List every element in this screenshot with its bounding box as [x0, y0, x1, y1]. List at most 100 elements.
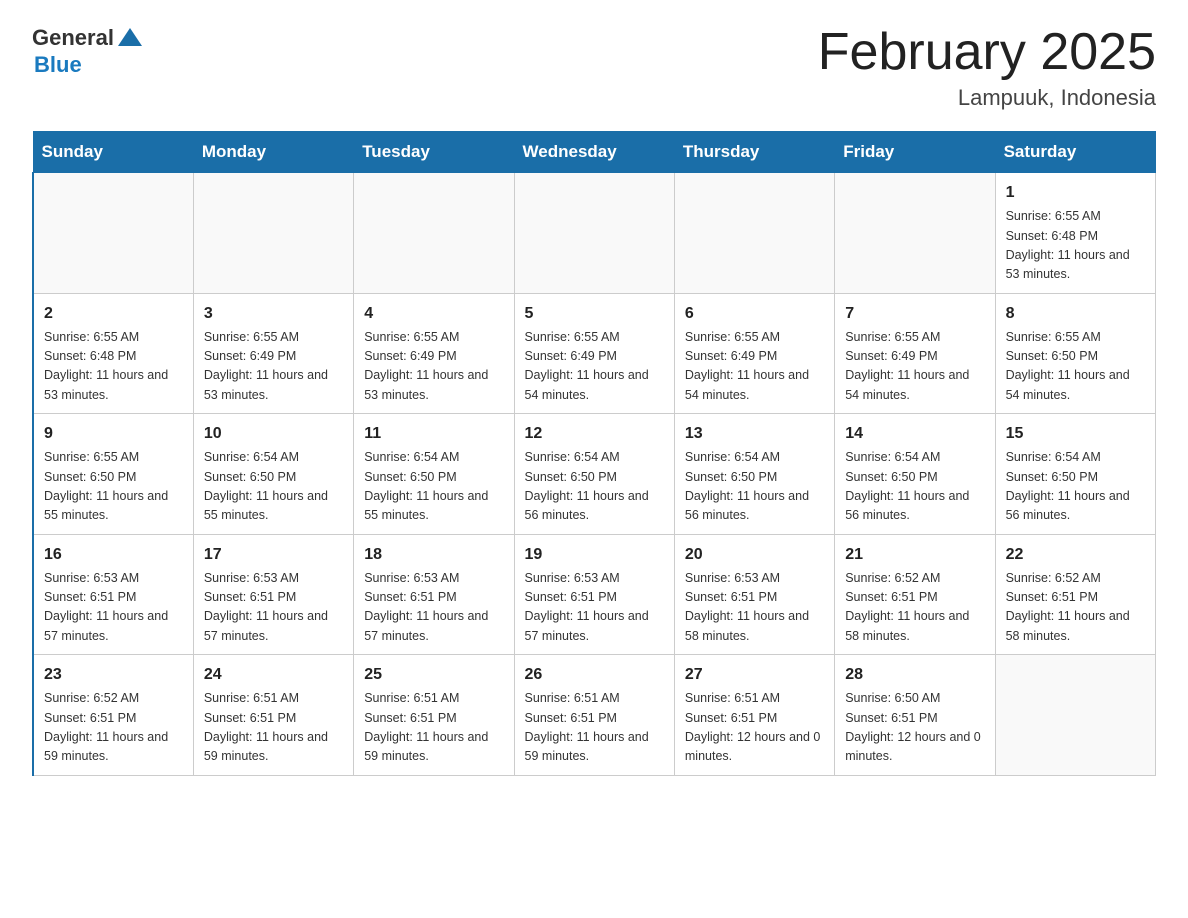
calendar-week-row: 9Sunrise: 6:55 AMSunset: 6:50 PMDaylight… [33, 414, 1156, 535]
calendar-cell: 10Sunrise: 6:54 AMSunset: 6:50 PMDayligh… [193, 414, 353, 535]
calendar-cell [514, 173, 674, 294]
calendar-cell: 8Sunrise: 6:55 AMSunset: 6:50 PMDaylight… [995, 293, 1155, 414]
page-header: General Blue February 2025 Lampuuk, Indo… [32, 24, 1156, 111]
day-info: Sunrise: 6:55 AMSunset: 6:48 PMDaylight:… [44, 328, 183, 406]
day-number: 26 [525, 663, 664, 687]
calendar-week-row: 1Sunrise: 6:55 AMSunset: 6:48 PMDaylight… [33, 173, 1156, 294]
calendar-cell: 2Sunrise: 6:55 AMSunset: 6:48 PMDaylight… [33, 293, 193, 414]
calendar-cell: 26Sunrise: 6:51 AMSunset: 6:51 PMDayligh… [514, 655, 674, 776]
day-number: 20 [685, 543, 824, 567]
day-number: 22 [1006, 543, 1145, 567]
day-info: Sunrise: 6:53 AMSunset: 6:51 PMDaylight:… [525, 569, 664, 647]
day-info: Sunrise: 6:53 AMSunset: 6:51 PMDaylight:… [44, 569, 183, 647]
day-info: Sunrise: 6:51 AMSunset: 6:51 PMDaylight:… [364, 689, 503, 767]
calendar-cell: 1Sunrise: 6:55 AMSunset: 6:48 PMDaylight… [995, 173, 1155, 294]
calendar-cell: 13Sunrise: 6:54 AMSunset: 6:50 PMDayligh… [674, 414, 834, 535]
day-number: 18 [364, 543, 503, 567]
calendar-week-row: 2Sunrise: 6:55 AMSunset: 6:48 PMDaylight… [33, 293, 1156, 414]
calendar-cell: 12Sunrise: 6:54 AMSunset: 6:50 PMDayligh… [514, 414, 674, 535]
calendar-cell: 14Sunrise: 6:54 AMSunset: 6:50 PMDayligh… [835, 414, 995, 535]
calendar-cell [193, 173, 353, 294]
day-number: 14 [845, 422, 984, 446]
month-title: February 2025 [818, 24, 1156, 81]
day-info: Sunrise: 6:55 AMSunset: 6:48 PMDaylight:… [1006, 207, 1145, 285]
day-info: Sunrise: 6:53 AMSunset: 6:51 PMDaylight:… [685, 569, 824, 647]
day-number: 21 [845, 543, 984, 567]
calendar-cell [33, 173, 193, 294]
calendar-cell: 24Sunrise: 6:51 AMSunset: 6:51 PMDayligh… [193, 655, 353, 776]
calendar-cell [674, 173, 834, 294]
day-info: Sunrise: 6:53 AMSunset: 6:51 PMDaylight:… [204, 569, 343, 647]
calendar-week-row: 23Sunrise: 6:52 AMSunset: 6:51 PMDayligh… [33, 655, 1156, 776]
day-number: 12 [525, 422, 664, 446]
day-info: Sunrise: 6:55 AMSunset: 6:49 PMDaylight:… [364, 328, 503, 406]
calendar-cell [354, 173, 514, 294]
day-number: 6 [685, 302, 824, 326]
logo: General Blue [32, 24, 144, 78]
calendar-cell: 15Sunrise: 6:54 AMSunset: 6:50 PMDayligh… [995, 414, 1155, 535]
day-number: 5 [525, 302, 664, 326]
day-info: Sunrise: 6:55 AMSunset: 6:49 PMDaylight:… [845, 328, 984, 406]
calendar-cell: 7Sunrise: 6:55 AMSunset: 6:49 PMDaylight… [835, 293, 995, 414]
day-info: Sunrise: 6:54 AMSunset: 6:50 PMDaylight:… [845, 448, 984, 526]
day-number: 8 [1006, 302, 1145, 326]
calendar-cell: 22Sunrise: 6:52 AMSunset: 6:51 PMDayligh… [995, 534, 1155, 655]
day-number: 17 [204, 543, 343, 567]
calendar-table: SundayMondayTuesdayWednesdayThursdayFrid… [32, 131, 1156, 776]
day-number: 2 [44, 302, 183, 326]
day-info: Sunrise: 6:55 AMSunset: 6:49 PMDaylight:… [204, 328, 343, 406]
weekday-header-tuesday: Tuesday [354, 132, 514, 173]
day-number: 25 [364, 663, 503, 687]
day-info: Sunrise: 6:51 AMSunset: 6:51 PMDaylight:… [685, 689, 824, 767]
weekday-header-saturday: Saturday [995, 132, 1155, 173]
day-info: Sunrise: 6:51 AMSunset: 6:51 PMDaylight:… [204, 689, 343, 767]
location: Lampuuk, Indonesia [818, 85, 1156, 111]
day-number: 15 [1006, 422, 1145, 446]
day-number: 13 [685, 422, 824, 446]
day-info: Sunrise: 6:54 AMSunset: 6:50 PMDaylight:… [525, 448, 664, 526]
day-number: 4 [364, 302, 503, 326]
calendar-cell [995, 655, 1155, 776]
calendar-cell: 9Sunrise: 6:55 AMSunset: 6:50 PMDaylight… [33, 414, 193, 535]
day-number: 19 [525, 543, 664, 567]
day-number: 7 [845, 302, 984, 326]
calendar-body: 1Sunrise: 6:55 AMSunset: 6:48 PMDaylight… [33, 173, 1156, 776]
day-number: 28 [845, 663, 984, 687]
day-info: Sunrise: 6:55 AMSunset: 6:50 PMDaylight:… [44, 448, 183, 526]
day-info: Sunrise: 6:52 AMSunset: 6:51 PMDaylight:… [44, 689, 183, 767]
day-info: Sunrise: 6:54 AMSunset: 6:50 PMDaylight:… [204, 448, 343, 526]
weekday-header-sunday: Sunday [33, 132, 193, 173]
day-info: Sunrise: 6:55 AMSunset: 6:49 PMDaylight:… [685, 328, 824, 406]
title-area: February 2025 Lampuuk, Indonesia [818, 24, 1156, 111]
day-number: 3 [204, 302, 343, 326]
calendar-cell: 6Sunrise: 6:55 AMSunset: 6:49 PMDaylight… [674, 293, 834, 414]
day-info: Sunrise: 6:55 AMSunset: 6:49 PMDaylight:… [525, 328, 664, 406]
day-info: Sunrise: 6:50 AMSunset: 6:51 PMDaylight:… [845, 689, 984, 767]
weekday-header-wednesday: Wednesday [514, 132, 674, 173]
day-info: Sunrise: 6:53 AMSunset: 6:51 PMDaylight:… [364, 569, 503, 647]
calendar-cell: 27Sunrise: 6:51 AMSunset: 6:51 PMDayligh… [674, 655, 834, 776]
day-number: 23 [44, 663, 183, 687]
logo-triangle-icon [116, 24, 144, 52]
calendar-cell: 16Sunrise: 6:53 AMSunset: 6:51 PMDayligh… [33, 534, 193, 655]
day-number: 10 [204, 422, 343, 446]
day-info: Sunrise: 6:54 AMSunset: 6:50 PMDaylight:… [1006, 448, 1145, 526]
calendar-cell: 18Sunrise: 6:53 AMSunset: 6:51 PMDayligh… [354, 534, 514, 655]
day-number: 27 [685, 663, 824, 687]
calendar-cell: 5Sunrise: 6:55 AMSunset: 6:49 PMDaylight… [514, 293, 674, 414]
day-number: 9 [44, 422, 183, 446]
calendar-cell [835, 173, 995, 294]
weekday-header-thursday: Thursday [674, 132, 834, 173]
calendar-cell: 19Sunrise: 6:53 AMSunset: 6:51 PMDayligh… [514, 534, 674, 655]
logo-blue: Blue [34, 52, 144, 78]
weekday-row: SundayMondayTuesdayWednesdayThursdayFrid… [33, 132, 1156, 173]
calendar-cell: 23Sunrise: 6:52 AMSunset: 6:51 PMDayligh… [33, 655, 193, 776]
day-info: Sunrise: 6:54 AMSunset: 6:50 PMDaylight:… [685, 448, 824, 526]
day-number: 11 [364, 422, 503, 446]
calendar-cell: 20Sunrise: 6:53 AMSunset: 6:51 PMDayligh… [674, 534, 834, 655]
calendar-cell: 11Sunrise: 6:54 AMSunset: 6:50 PMDayligh… [354, 414, 514, 535]
day-info: Sunrise: 6:55 AMSunset: 6:50 PMDaylight:… [1006, 328, 1145, 406]
day-info: Sunrise: 6:54 AMSunset: 6:50 PMDaylight:… [364, 448, 503, 526]
weekday-header-friday: Friday [835, 132, 995, 173]
day-number: 24 [204, 663, 343, 687]
